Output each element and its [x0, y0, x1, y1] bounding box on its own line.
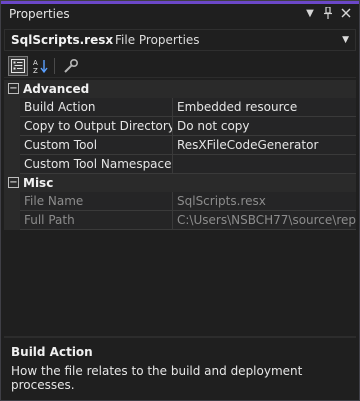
description-text: How the file relates to the build and de…: [11, 364, 303, 392]
description-splitter[interactable]: [4, 336, 356, 338]
property-value[interactable]: [173, 155, 356, 174]
dropdown-menu-icon[interactable]: ▼: [303, 6, 317, 20]
svg-text:Z: Z: [33, 67, 38, 74]
property-row-full-path[interactable]: Full Path C:\Users\NSBCH77\source\repos: [4, 211, 356, 230]
properties-window: Properties ▼ SqlScripts.resx File Proper…: [0, 0, 360, 401]
property-name: Copy to Output Directory: [20, 117, 173, 136]
title-bar-controls: ▼: [303, 6, 353, 20]
property-name: Custom Tool: [20, 136, 173, 155]
category-label: Misc: [23, 176, 54, 190]
property-value[interactable]: Do not copy: [173, 117, 356, 136]
object-selector[interactable]: SqlScripts.resx File Properties ▼: [4, 29, 356, 51]
title-accent: [1, 1, 359, 4]
alphabetical-button[interactable]: A Z: [31, 56, 51, 76]
property-row-custom-tool[interactable]: Custom Tool ResXFileCodeGenerator: [4, 136, 356, 155]
toolbar-separator: [54, 58, 55, 74]
title-bar: Properties ▼: [1, 1, 359, 23]
category-label: Advanced: [23, 82, 90, 96]
property-grid: − Advanced Build Action Embedded resourc…: [4, 80, 356, 230]
property-name: Custom Tool Namespace: [20, 155, 173, 174]
close-icon[interactable]: [339, 6, 353, 20]
property-name: Build Action: [20, 98, 173, 117]
property-row-custom-tool-namespace[interactable]: Custom Tool Namespace: [4, 155, 356, 174]
alphabetical-icon: A Z: [33, 59, 48, 74]
category-misc[interactable]: − Misc: [4, 174, 356, 192]
categorized-icon: [11, 59, 25, 73]
property-row-copy-to-output[interactable]: Copy to Output Directory Do not copy: [4, 117, 356, 136]
properties-toolbar: A Z: [4, 54, 356, 78]
selected-object-name: SqlScripts.resx: [11, 33, 114, 47]
property-value: C:\Users\NSBCH77\source\repos: [173, 211, 356, 230]
property-value[interactable]: ResXFileCodeGenerator: [173, 136, 356, 155]
chevron-down-icon[interactable]: ▼: [342, 35, 349, 45]
description-pane: Build Action How the file relates to the…: [4, 339, 356, 395]
description-title: Build Action: [11, 345, 93, 359]
collapse-icon[interactable]: −: [8, 177, 19, 188]
property-value: SqlScripts.resx: [173, 192, 356, 211]
collapse-icon[interactable]: −: [8, 83, 19, 94]
property-name: Full Path: [20, 211, 173, 230]
grid-empty-area: [4, 234, 356, 334]
property-pages-wrench-icon: [64, 58, 79, 73]
property-row-file-name[interactable]: File Name SqlScripts.resx: [4, 192, 356, 211]
pin-icon[interactable]: [321, 6, 335, 20]
categorized-button[interactable]: [8, 56, 28, 76]
svg-text:A: A: [33, 59, 38, 67]
category-advanced[interactable]: − Advanced: [4, 80, 356, 98]
property-pages-button[interactable]: [61, 56, 81, 76]
property-value[interactable]: Embedded resource: [173, 98, 356, 117]
property-name: File Name: [20, 192, 173, 211]
selected-object-type: File Properties: [115, 33, 200, 47]
property-row-build-action[interactable]: Build Action Embedded resource: [4, 98, 356, 117]
window-title: Properties: [9, 7, 70, 21]
